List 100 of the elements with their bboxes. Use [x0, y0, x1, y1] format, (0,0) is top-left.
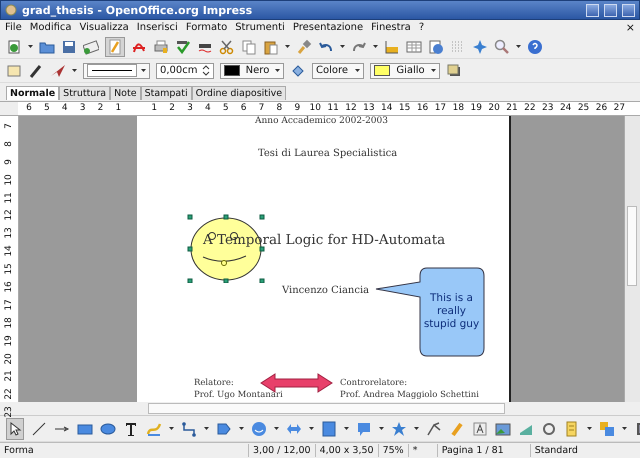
- curve-icon[interactable]: [146, 420, 162, 436]
- ruler-number: 21: [3, 370, 15, 384]
- caret-icon[interactable]: [587, 426, 592, 431]
- fontwork-icon[interactable]: [472, 420, 488, 436]
- caret-icon[interactable]: [516, 44, 521, 49]
- menu-item[interactable]: Finestra: [371, 22, 411, 33]
- view-tab[interactable]: Ordine diapositive: [192, 86, 286, 100]
- ruler-number: 19: [3, 334, 15, 348]
- caret-icon[interactable]: [285, 44, 290, 49]
- caret-icon[interactable]: [72, 68, 77, 73]
- menu-item[interactable]: Formato: [186, 22, 228, 33]
- basic-shapes-icon[interactable]: [216, 420, 232, 436]
- fill-bucket-icon[interactable]: [290, 62, 306, 78]
- caret-icon[interactable]: [275, 68, 280, 73]
- speech-callout[interactable]: [375, 267, 486, 358]
- status-mode: Forma: [0, 444, 249, 457]
- chart-icon[interactable]: [384, 38, 400, 54]
- caret-icon[interactable]: [239, 426, 244, 431]
- caret-icon[interactable]: [379, 426, 384, 431]
- spin-icon[interactable]: [202, 65, 210, 76]
- ruler-number: 14: [3, 244, 15, 259]
- close-button[interactable]: [622, 4, 635, 16]
- fill-color-dropdown[interactable]: Giallo: [370, 62, 440, 78]
- caret-icon[interactable]: [141, 68, 146, 73]
- ruler-number: 15: [3, 262, 15, 277]
- ruler-number: 3: [186, 102, 194, 115]
- table-icon[interactable]: [406, 38, 422, 54]
- ruler-number: 1: [150, 102, 158, 115]
- fill-type-dropdown[interactable]: Colore: [312, 62, 364, 78]
- horizontal-scrollbar[interactable]: [148, 403, 505, 414]
- caret-icon[interactable]: [431, 68, 436, 73]
- ruler-number: 8: [276, 102, 284, 115]
- paper-plane-icon[interactable]: [50, 62, 66, 78]
- connector-icon[interactable]: [181, 420, 197, 436]
- minimize-button[interactable]: [586, 4, 599, 16]
- caret-icon[interactable]: [169, 426, 174, 431]
- navigator-star-icon[interactable]: [472, 38, 488, 54]
- co-supervisor-label: Controrelatore:: [340, 378, 408, 388]
- ellipse-icon[interactable]: [100, 420, 116, 436]
- view-tab[interactable]: Note: [110, 86, 141, 100]
- vertical-scrollbar[interactable]: [624, 116, 640, 402]
- smiley-icon[interactable]: [251, 420, 267, 436]
- pen-icon[interactable]: [28, 62, 44, 78]
- caret-icon[interactable]: [274, 426, 279, 431]
- caret-icon[interactable]: [204, 426, 209, 431]
- caret-icon[interactable]: [28, 44, 33, 49]
- caret-icon[interactable]: [373, 44, 378, 49]
- clipboard-icon[interactable]: [263, 38, 279, 54]
- caret-icon[interactable]: [622, 426, 627, 431]
- menu-item[interactable]: File: [5, 22, 22, 33]
- line-icon[interactable]: [31, 420, 47, 436]
- zoom-icon[interactable]: [494, 38, 510, 54]
- ruler-number: 25: [576, 102, 590, 115]
- ruler-number: 3: [78, 102, 86, 115]
- menu-item[interactable]: Presentazione: [292, 22, 364, 33]
- spellcheck-icon[interactable]: [175, 38, 191, 54]
- ruler-number: 5: [222, 102, 230, 115]
- menu-item[interactable]: Strumenti: [235, 22, 285, 33]
- status-position: 3,00 / 12,00: [249, 444, 316, 457]
- line-width-field[interactable]: 0,00cm: [156, 62, 214, 78]
- menu-item[interactable]: Visualizza: [80, 22, 129, 33]
- academic-year-text: Anno Accademico 2002-2003: [255, 116, 388, 126]
- ruler-number: 22: [523, 102, 537, 115]
- menu-item[interactable]: Inserisci: [136, 22, 178, 33]
- caret-icon[interactable]: [340, 44, 345, 49]
- menu-item[interactable]: ?: [418, 22, 424, 33]
- line-style-dropdown[interactable]: [83, 62, 150, 78]
- text-tool-icon[interactable]: [123, 420, 139, 436]
- ruler-number: 9: [3, 158, 15, 167]
- view-tab[interactable]: Struttura: [59, 86, 110, 100]
- help-icon[interactable]: [527, 38, 543, 54]
- menu-item[interactable]: Modifica: [30, 22, 72, 33]
- shadow-icon[interactable]: [446, 62, 462, 78]
- line-color-dropdown[interactable]: Nero: [220, 62, 284, 78]
- star-icon[interactable]: [391, 420, 407, 436]
- degree-text: Tesi di Laurea Specialistica: [258, 148, 398, 159]
- ruler-number: 18: [3, 316, 15, 330]
- paint-brush-icon[interactable]: [296, 38, 312, 54]
- caret-icon[interactable]: [309, 426, 314, 431]
- arrange-icon[interactable]: [599, 420, 615, 436]
- copy-icon[interactable]: [241, 38, 257, 54]
- co-supervisor-name: Prof. Andrea Maggiolo Schettini: [340, 390, 479, 400]
- slide-icon[interactable]: [6, 62, 22, 78]
- close-document-button[interactable]: ×: [626, 21, 635, 34]
- speech-bubble-icon[interactable]: [356, 420, 372, 436]
- ruler-number: 20: [3, 352, 15, 366]
- caret-icon[interactable]: [414, 426, 419, 431]
- printer-icon[interactable]: [153, 38, 169, 54]
- new-document-icon[interactable]: [6, 38, 22, 54]
- scissors-icon[interactable]: [219, 38, 235, 54]
- caret-icon[interactable]: [344, 426, 349, 431]
- ruler-number: 11: [326, 102, 340, 115]
- view-tab[interactable]: Stampati: [140, 86, 192, 100]
- view-tab[interactable]: Normale: [6, 86, 60, 100]
- ruler-number: 14: [380, 102, 394, 115]
- maximize-button[interactable]: [604, 4, 617, 16]
- select-tool-button[interactable]: [6, 418, 24, 440]
- save-icon[interactable]: [61, 38, 77, 54]
- insert-image-icon[interactable]: [495, 420, 511, 436]
- caret-icon[interactable]: [355, 68, 360, 73]
